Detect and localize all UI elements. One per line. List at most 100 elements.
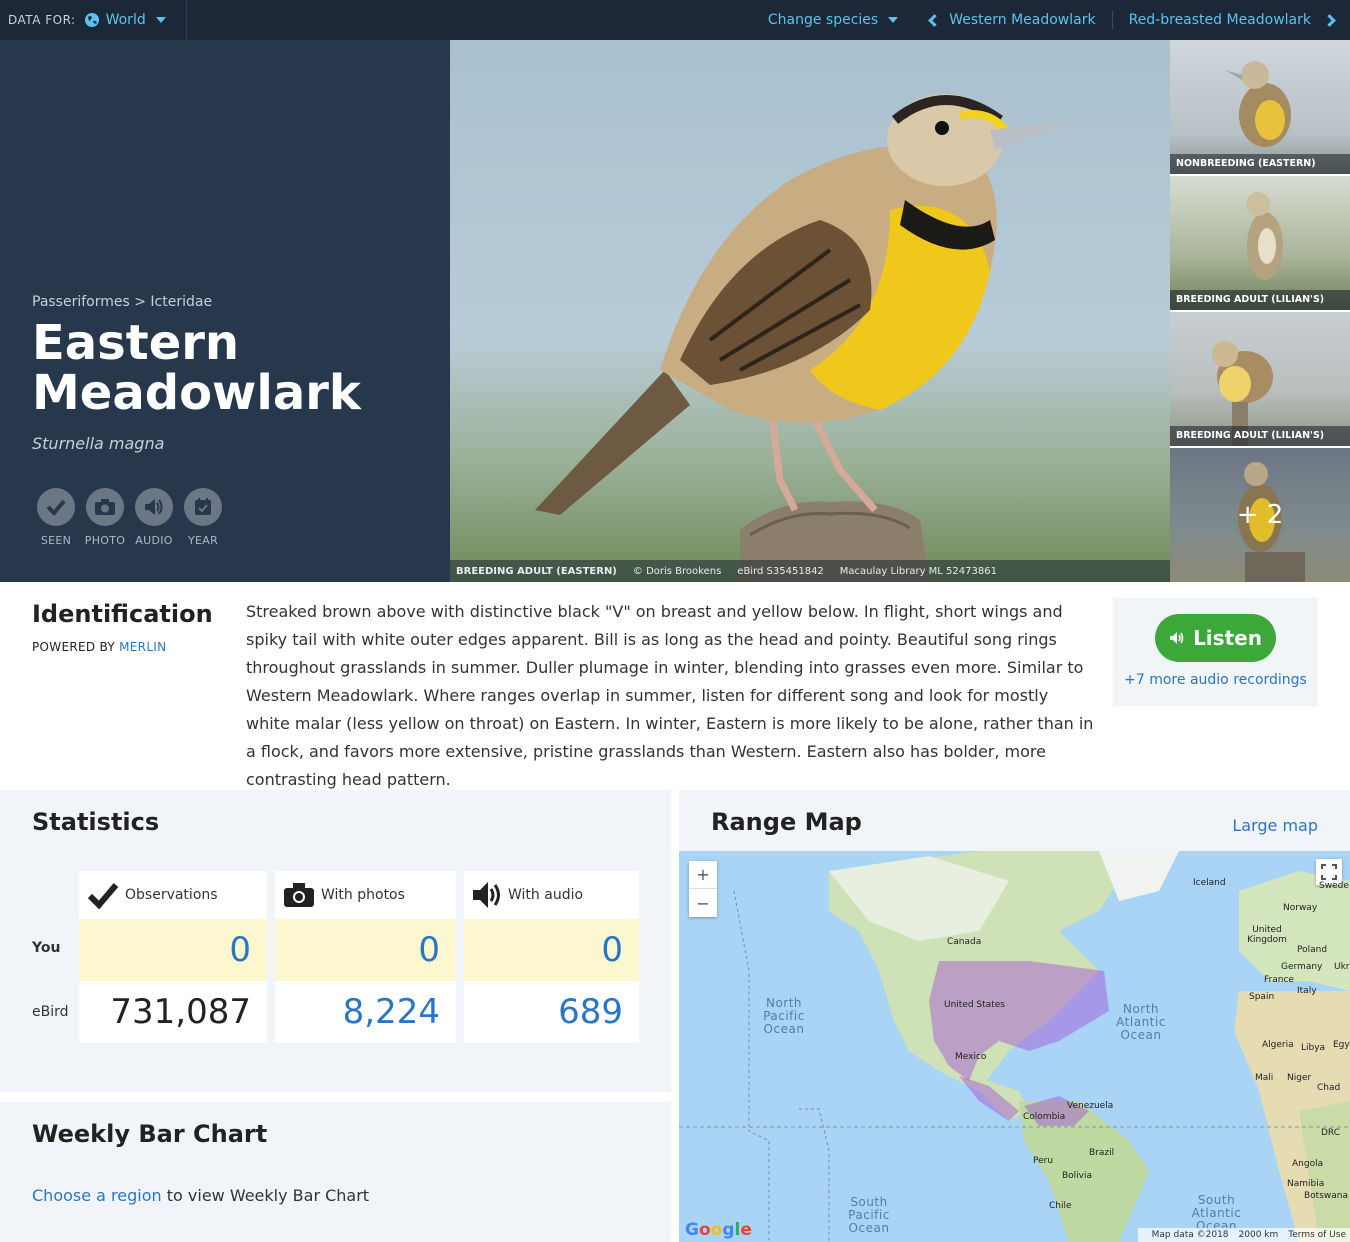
stat-ebird-photos[interactable]: 8,224 xyxy=(275,981,456,1043)
scientific-name: Sturnella magna xyxy=(32,434,165,453)
weekly-message: Choose a region to view Weekly Bar Chart xyxy=(32,1186,369,1205)
data-for-label: DATA FOR: xyxy=(8,13,76,27)
map-label-spain: Spain xyxy=(1249,992,1275,1002)
weekly-heading: Weekly Bar Chart xyxy=(32,1120,268,1148)
map-label-libya: Libya xyxy=(1301,1043,1326,1053)
map-label-norway: Norway xyxy=(1283,903,1318,913)
caret-down-icon xyxy=(888,17,899,23)
region-value: World xyxy=(105,12,146,28)
stat-header-photos: With photos xyxy=(275,871,456,919)
thumbnail-more[interactable]: + 2 xyxy=(1170,448,1350,582)
stat-ebird-audio[interactable]: 689 xyxy=(464,981,639,1043)
checkmark-icon xyxy=(37,488,75,526)
caption-plumage: BREEDING ADULT (EASTERN) xyxy=(456,565,617,577)
listen-panel: Listen +7 more audio recordings xyxy=(1113,598,1318,706)
stat-header-label: Observations xyxy=(125,887,218,903)
next-species-link[interactable]: Red-breasted Meadowlark xyxy=(1113,0,1350,40)
thumbnail-1[interactable]: NONBREEDING (EASTERN) xyxy=(1170,40,1350,174)
species-header: Passeriformes > Icteridae Eastern Meadow… xyxy=(0,40,450,582)
row-label-ebird: eBird xyxy=(32,1004,69,1020)
large-map-link[interactable]: Large map xyxy=(1232,816,1318,835)
stat-header-observations: Observations xyxy=(79,871,267,919)
map-label-egypt: Egyp xyxy=(1333,1040,1350,1050)
badge-audio[interactable]: AUDIO xyxy=(130,488,178,547)
stat-column-audio: With audio 0 689 xyxy=(464,871,639,1043)
map-data-text: Map data ©2018 xyxy=(1151,1230,1229,1240)
stat-header-label: With photos xyxy=(321,887,405,903)
badge-photo[interactable]: PHOTO xyxy=(81,488,129,547)
merlin-link[interactable]: MERLIN xyxy=(119,640,166,654)
map-label-angola: Angola xyxy=(1292,1159,1324,1169)
terms-of-use-link[interactable]: Terms of Use xyxy=(1288,1230,1346,1240)
change-species-button[interactable]: Change species xyxy=(752,0,914,40)
statistics-heading: Statistics xyxy=(32,808,160,836)
zoom-in-button[interactable]: + xyxy=(689,861,717,889)
zoom-out-button[interactable]: − xyxy=(689,889,717,917)
weekly-message-text: to view Weekly Bar Chart xyxy=(166,1186,370,1205)
range-map-heading: Range Map xyxy=(711,808,862,836)
map-label-venezuela: Venezuela xyxy=(1067,1101,1114,1111)
map-label-france: France xyxy=(1264,975,1294,985)
top-bar: DATA FOR: World Change species Western M… xyxy=(0,0,1350,40)
thumbnail-caption: BREEDING ADULT (LILIAN'S) xyxy=(1170,290,1350,310)
taxonomy-breadcrumb: Passeriformes > Icteridae xyxy=(32,294,213,310)
map-label-poland: Poland xyxy=(1297,945,1328,955)
map-label-south-pacific: South Pacific Ocean xyxy=(848,1195,890,1235)
stat-ebird-observations: 731,087 xyxy=(110,992,251,1032)
badge-label: SEEN xyxy=(40,534,72,547)
more-photos-count: + 2 xyxy=(1236,500,1284,530)
map-label-germany: Germany xyxy=(1281,962,1323,972)
statistics-panel: Statistics You eBird Observations 0 731,… xyxy=(0,790,671,1092)
main-species-photo[interactable]: BREEDING ADULT (EASTERN) © Doris Brooken… xyxy=(450,40,1170,582)
stat-you-observations[interactable]: 0 xyxy=(79,919,267,981)
stat-header-label: With audio xyxy=(508,887,584,903)
google-logo[interactable]: Google xyxy=(685,1220,752,1240)
map-label-drc: DRC xyxy=(1321,1128,1341,1138)
map-label-chad: Chad xyxy=(1317,1083,1341,1093)
stat-you-photos[interactable]: 0 xyxy=(275,919,456,981)
badge-year[interactable]: YEAR xyxy=(179,488,227,547)
stat-column-photos: With photos 0 8,224 xyxy=(275,871,456,1043)
stat-header-audio: With audio xyxy=(464,871,639,919)
prev-species-link[interactable]: Western Meadowlark xyxy=(914,0,1111,40)
badge-seen[interactable]: SEEN xyxy=(32,488,80,547)
listen-button[interactable]: Listen xyxy=(1155,614,1276,662)
photo-caption: BREEDING ADULT (EASTERN) © Doris Brooken… xyxy=(450,560,1170,582)
thumbnail-2[interactable]: BREEDING ADULT (LILIAN'S) xyxy=(1170,176,1350,310)
map-label-chile: Chile xyxy=(1049,1201,1072,1211)
region-selector[interactable]: DATA FOR: World xyxy=(0,0,187,40)
calendar-check-icon xyxy=(184,488,222,526)
badge-label: PHOTO xyxy=(84,534,126,547)
more-audio-link[interactable]: +7 more audio recordings xyxy=(1113,672,1318,688)
camera-icon xyxy=(86,488,124,526)
checkmark-icon xyxy=(87,883,119,909)
map-label-ukraine: Ukr xyxy=(1334,962,1350,972)
life-list-badges: SEEN PHOTO AUDIO YEAR xyxy=(32,488,228,547)
speaker-icon xyxy=(135,488,173,526)
stat-you-audio[interactable]: 0 xyxy=(464,919,639,981)
zoom-controls: + − xyxy=(689,861,717,917)
photo-thumbnails: NONBREEDING (EASTERN) BREEDING ADULT (LI… xyxy=(1170,40,1350,582)
identification-text: Streaked brown above with distinctive bl… xyxy=(246,602,1094,789)
weekly-bar-chart-panel: Weekly Bar Chart Choose a region to view… xyxy=(0,1102,671,1242)
map-scale: 2000 km xyxy=(1238,1230,1279,1240)
map-attribution: Map data ©2018 2000 km Terms of Use xyxy=(1137,1228,1350,1242)
thumbnail-3[interactable]: BREEDING ADULT (LILIAN'S) xyxy=(1170,312,1350,446)
meadowlark-illustration xyxy=(535,94,1075,582)
powered-by-label: POWERED BY xyxy=(32,640,116,654)
map-label-north-pacific: North Pacific Ocean xyxy=(763,996,805,1036)
map-label-brazil: Brazil xyxy=(1089,1148,1115,1158)
chevron-right-icon xyxy=(1323,13,1336,27)
map-label-peru: Peru xyxy=(1033,1156,1054,1166)
range-map[interactable]: + − Canada United States Mexico Colombia… xyxy=(679,851,1350,1242)
choose-region-link[interactable]: Choose a region xyxy=(32,1186,162,1205)
stat-column-observations: Observations 0 731,087 xyxy=(79,871,267,1043)
species-nav: Change species Western Meadowlark Red-br… xyxy=(752,0,1350,40)
map-label-italy: Italy xyxy=(1297,986,1317,996)
caption-macaulay-id[interactable]: Macaulay Library ML 52473861 xyxy=(840,566,997,577)
identification-heading: Identification xyxy=(32,600,213,628)
map-label-united-states: United States xyxy=(944,1000,1005,1010)
camera-icon xyxy=(284,883,314,907)
caption-ebird-checklist[interactable]: eBird S35451842 xyxy=(737,566,824,577)
map-label-sweden: Swede xyxy=(1319,881,1349,891)
